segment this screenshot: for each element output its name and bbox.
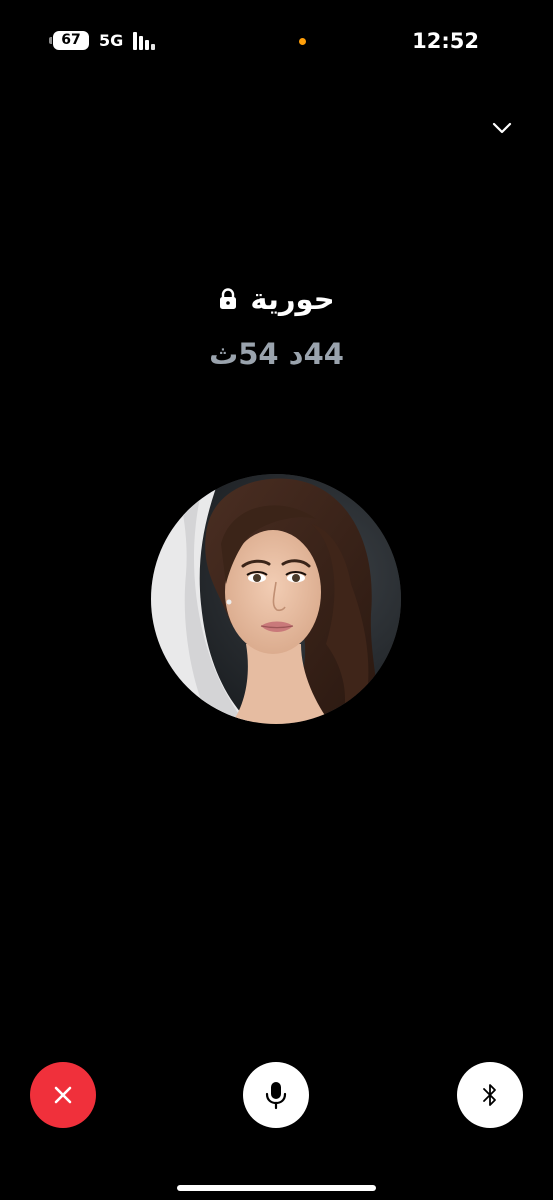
network-type: 5G xyxy=(99,31,124,50)
status-time: 12:52 xyxy=(412,29,479,53)
profile-photo xyxy=(151,474,401,724)
battery-nub xyxy=(49,37,52,44)
microphone-in-use-indicator xyxy=(299,38,306,45)
lock-icon xyxy=(218,288,238,310)
microphone-icon xyxy=(265,1082,287,1110)
minimize-call-button[interactable] xyxy=(486,114,518,144)
status-bar: 67 5G 12:52 xyxy=(0,0,553,82)
call-duration: 44د 54ث xyxy=(209,337,344,371)
signal-strength-icon xyxy=(133,32,161,50)
caller-avatar xyxy=(151,474,401,724)
end-call-button[interactable] xyxy=(30,1062,96,1128)
chevron-down-icon xyxy=(492,122,512,134)
home-indicator[interactable] xyxy=(177,1185,376,1191)
caller-header: حورية xyxy=(0,280,553,318)
bluetooth-button[interactable] xyxy=(457,1062,523,1128)
close-icon xyxy=(54,1086,72,1104)
mute-button[interactable] xyxy=(243,1062,309,1128)
bluetooth-icon xyxy=(483,1084,496,1106)
battery-indicator: 67 xyxy=(53,31,89,50)
caller-name: حورية xyxy=(250,282,335,316)
